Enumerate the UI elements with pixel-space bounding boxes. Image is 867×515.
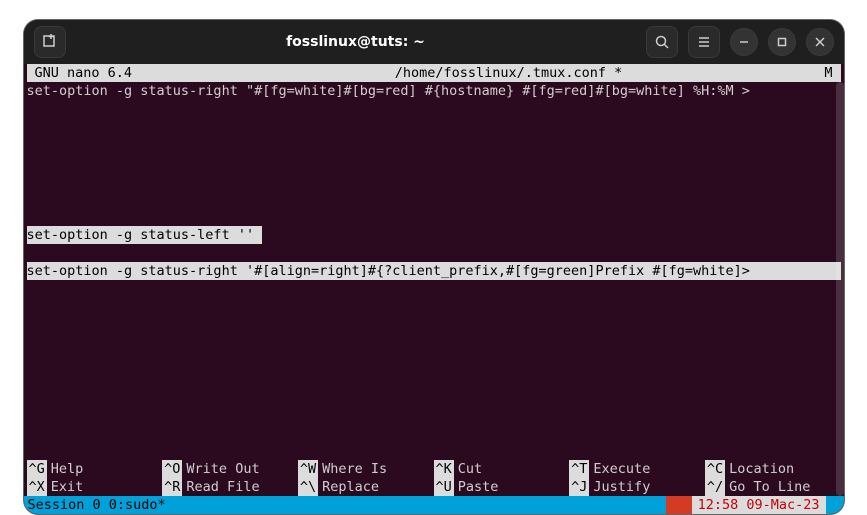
- editor-line: [27, 352, 841, 370]
- editor-line: [27, 316, 841, 334]
- shortcut-gotoline: ^/Go To Line: [705, 478, 841, 496]
- window-title: fosslinux@tuts: ~: [74, 34, 638, 50]
- search-button[interactable]: [646, 26, 678, 58]
- editor-line-selected: set-option -g status-left '': [27, 226, 841, 244]
- editor-line: [27, 244, 841, 262]
- shortcut-help: ^GHelp: [27, 460, 163, 478]
- shortcut-exit: ^XExit: [27, 478, 163, 496]
- tmux-session: Session 0 0:sudo*: [24, 496, 666, 514]
- shortcut-readfile: ^RRead File: [162, 478, 298, 496]
- editor-line: [27, 136, 841, 154]
- maximize-button[interactable]: [768, 28, 796, 56]
- menu-button[interactable]: [688, 26, 720, 58]
- editor-line: [27, 406, 841, 424]
- tmux-end-block: [826, 496, 844, 514]
- editor-line: [27, 280, 841, 298]
- editor-line: set-option -g status-right "#[fg=white]#…: [27, 82, 841, 100]
- tmux-time: 12:58 09-Mac-23: [692, 496, 826, 514]
- editor-line: [27, 154, 841, 172]
- tmux-red-block: [666, 496, 692, 514]
- editor-line: [27, 298, 841, 316]
- nano-titlebar: GNU nano 6.4 /home/fosslinux/.tmux.conf …: [27, 64, 841, 82]
- editor-content[interactable]: set-option -g status-right "#[fg=white]#…: [27, 82, 841, 460]
- shortcut-writeout: ^OWrite Out: [162, 460, 298, 478]
- editor-line: [27, 424, 841, 442]
- shortcut-execute: ^TExecute: [569, 460, 705, 478]
- nano-shortcuts-row2: ^XExit ^RRead File ^\Replace ^UPaste ^JJ…: [27, 478, 841, 496]
- editor-line: [27, 388, 841, 406]
- scrollbar[interactable]: [836, 82, 844, 496]
- editor-line: [27, 118, 841, 136]
- editor-line-selected: set-option -g status-right '#[align=righ…: [27, 262, 841, 280]
- nano-modified-flag: M: [803, 64, 833, 82]
- new-tab-button[interactable]: [34, 26, 66, 58]
- terminal-area[interactable]: GNU nano 6.4 /home/fosslinux/.tmux.conf …: [24, 64, 844, 514]
- editor-line: [27, 100, 841, 118]
- titlebar: fosslinux@tuts: ~: [24, 20, 844, 64]
- editor-line: [27, 334, 841, 352]
- shortcut-whereis: ^WWhere Is: [298, 460, 434, 478]
- shortcut-cut: ^KCut: [434, 460, 570, 478]
- minimize-button[interactable]: [730, 28, 758, 56]
- shortcut-justify: ^JJustify: [569, 478, 705, 496]
- nano-shortcuts-row1: ^GHelp ^OWrite Out ^WWhere Is ^KCut ^TEx…: [27, 460, 841, 478]
- shortcut-paste: ^UPaste: [434, 478, 570, 496]
- editor-line: [27, 208, 841, 226]
- tmux-status-bar: Session 0 0:sudo* 12:58 09-Mac-23: [24, 496, 844, 514]
- nano-filepath: /home/fosslinux/.tmux.conf *: [215, 64, 803, 82]
- shortcut-replace: ^\Replace: [298, 478, 434, 496]
- editor-line: [27, 190, 841, 208]
- nano-app-name: GNU nano 6.4: [35, 64, 215, 82]
- editor-line: [27, 442, 841, 460]
- shortcut-location: ^CLocation: [705, 460, 841, 478]
- editor-line: [27, 370, 841, 388]
- close-button[interactable]: [806, 28, 834, 56]
- terminal-window: fosslinux@tuts: ~ GNU nano 6.4 /home/fos: [24, 20, 844, 514]
- editor-line: [27, 172, 841, 190]
